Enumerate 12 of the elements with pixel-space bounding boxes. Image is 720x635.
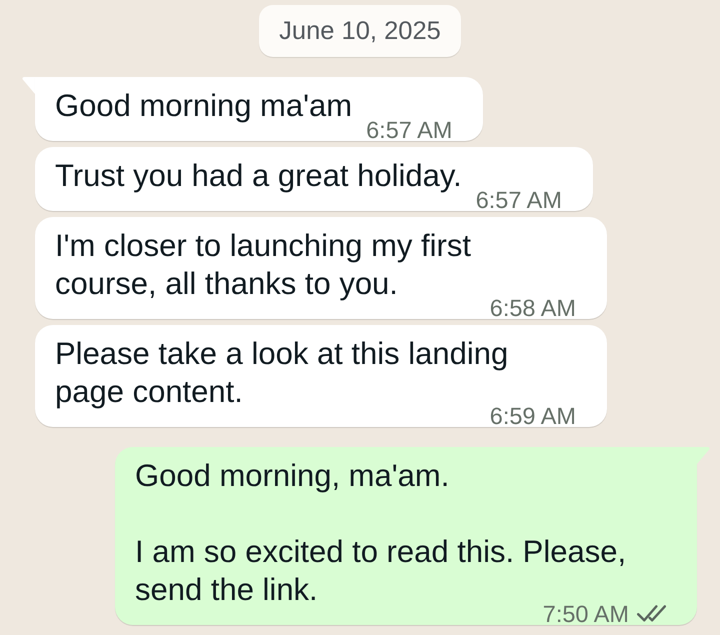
message-time: 6:57 AM xyxy=(476,191,562,209)
message-text: I'm closer to launching my first course, all thanks to you. xyxy=(55,228,471,301)
message-time: 7:50 AM xyxy=(542,605,629,623)
message-text: Good morning, ma'am. xyxy=(135,458,450,493)
message-time: 6:59 AM xyxy=(490,407,576,425)
message-time: 6:57 AM xyxy=(366,121,452,139)
message-text: Good morning ma'am xyxy=(55,88,352,123)
message-time: 6:58 AM xyxy=(490,299,576,317)
message-text: Trust you had a great holiday. xyxy=(55,158,462,193)
message-text: Please take a look at this landing page content. xyxy=(55,336,508,409)
message-text: I am so excited to read this. Please, send the link. xyxy=(135,534,626,607)
date-chip: June 10, 2025 xyxy=(259,5,461,57)
